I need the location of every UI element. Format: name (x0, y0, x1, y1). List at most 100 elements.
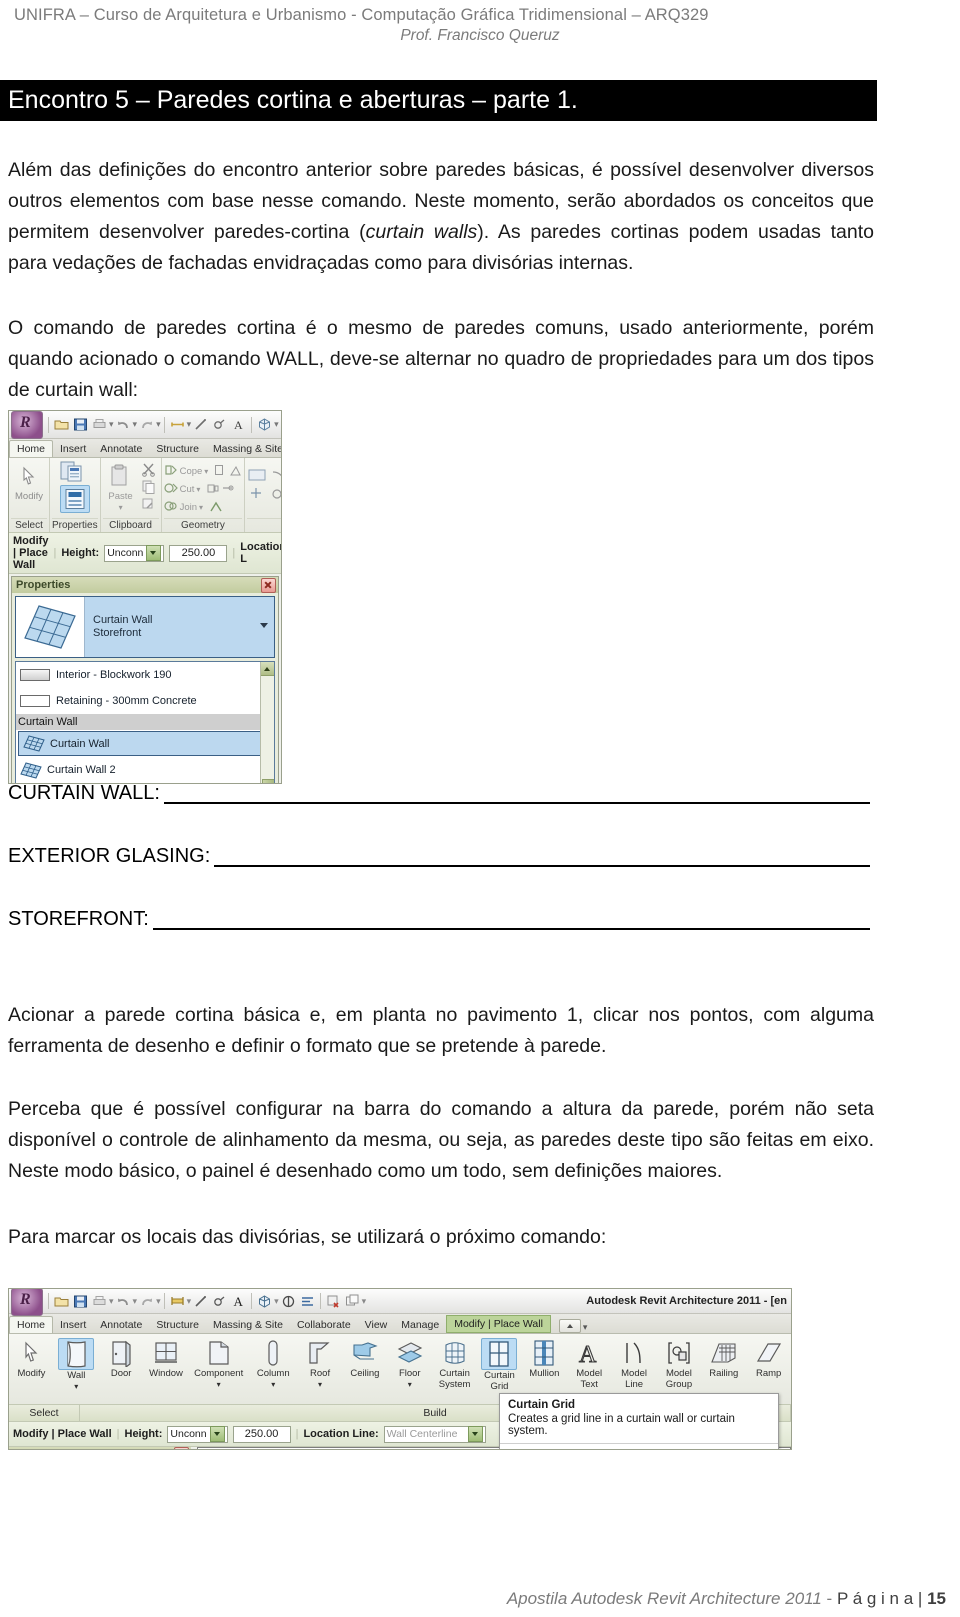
tab-view[interactable]: View (358, 1317, 395, 1333)
command-curtain-system[interactable]: Curtain System (432, 1336, 477, 1390)
paint-icon[interactable] (206, 482, 219, 498)
blank-rule-exterior-glasing[interactable] (214, 847, 870, 867)
chevron-down-icon[interactable] (209, 1426, 225, 1442)
tab-home[interactable]: Home (9, 440, 54, 457)
tab-massing-and-site[interactable]: Massing & Site (206, 1317, 290, 1333)
tab-structure[interactable]: Structure (149, 1317, 206, 1333)
command-mullion[interactable]: Mullion (522, 1336, 567, 1379)
list-item[interactable]: Curtain Wall 2 (16, 757, 274, 783)
demolish-icon[interactable] (229, 464, 242, 480)
command-window[interactable]: Window (144, 1336, 189, 1379)
redo-icon[interactable] (139, 417, 154, 432)
undo-icon[interactable] (116, 1294, 131, 1309)
close-icon[interactable] (174, 1447, 189, 1449)
default-3d-view-icon[interactable] (257, 1294, 272, 1309)
command-modify[interactable]: Modify (9, 1336, 54, 1379)
tab-annotate[interactable]: Annotate (93, 1317, 149, 1333)
tab-home[interactable]: Home (9, 1316, 54, 1333)
command-ceiling[interactable]: Ceiling (342, 1336, 387, 1379)
revit-application-menu-icon[interactable] (11, 411, 43, 439)
command-curtain-grid[interactable]: Curtain Grid (477, 1336, 522, 1392)
undo-icon[interactable] (116, 417, 131, 432)
vertical-scrollbar[interactable] (260, 662, 274, 783)
close-icon[interactable] (261, 577, 276, 593)
measure-icon[interactable] (193, 1294, 208, 1309)
section-box-icon[interactable] (281, 1294, 296, 1309)
command-floor[interactable]: Floor ▾ (387, 1336, 432, 1390)
chevron-down-icon[interactable]: ▾ (318, 1379, 322, 1390)
measure-icon[interactable] (193, 417, 208, 432)
tab-massing-and-site[interactable]: Massing & Site (206, 441, 281, 457)
height-mode-combo[interactable]: Unconn (167, 1425, 228, 1443)
list-item[interactable]: Retaining - 300mm Concrete (16, 688, 274, 714)
print-icon[interactable] (92, 417, 107, 432)
command-roof[interactable]: Roof ▾ (298, 1336, 343, 1390)
type-list-dropdown[interactable]: Interior - Blockwork 190 Retaining - 300… (15, 661, 275, 784)
split-face-icon[interactable] (214, 464, 227, 480)
properties-panel-icon[interactable] (58, 459, 92, 485)
text-icon[interactable]: A (231, 417, 246, 432)
chevron-down-icon[interactable]: ▾ (271, 1379, 275, 1390)
command-component[interactable]: Component ▾ (188, 1336, 248, 1390)
tab-insert[interactable]: Insert (53, 1317, 93, 1333)
scrollbar-thumb[interactable] (262, 779, 274, 783)
chevron-down-icon[interactable] (467, 1426, 483, 1442)
dimension-icon[interactable] (170, 417, 185, 432)
close-inactive-views-icon[interactable] (326, 1294, 341, 1309)
open-folder-icon[interactable] (54, 1294, 69, 1309)
text-icon[interactable]: A (231, 1294, 246, 1309)
list-item[interactable]: Exterior Glazing (16, 783, 274, 784)
chevron-down-icon[interactable] (146, 545, 162, 561)
command-model-group[interactable]: Model Group ▾ (657, 1336, 702, 1401)
save-icon[interactable] (73, 1294, 88, 1309)
type-selector[interactable]: Curtain Wall Storefront (15, 596, 275, 658)
command-paste[interactable]: Paste ▾ (103, 459, 139, 513)
blank-rule-curtain-wall[interactable] (163, 784, 870, 804)
command-wall[interactable]: Wall ▾ (54, 1336, 99, 1392)
location-line-combo[interactable]: Wall Centerline (383, 1425, 486, 1443)
copy-icon[interactable] (139, 478, 159, 494)
cut-scissors-icon[interactable] (139, 461, 159, 477)
switch-windows-icon[interactable] (345, 1294, 360, 1309)
command-door[interactable]: Door (99, 1336, 144, 1379)
height-value-input[interactable]: 250.00 (169, 544, 228, 562)
print-icon[interactable] (92, 1294, 107, 1309)
join-geometry-icon[interactable] (163, 500, 178, 515)
list-item[interactable]: Interior - Blockwork 190 (16, 662, 274, 688)
tab-insert[interactable]: Insert (53, 441, 93, 457)
chevron-down-icon[interactable]: ▾ (408, 1379, 412, 1390)
list-item[interactable]: Curtain Wall (18, 731, 272, 756)
tab-modify-place-wall[interactable]: Modify | Place Wall (446, 1315, 551, 1333)
cope-icon[interactable] (164, 464, 178, 479)
tab-structure[interactable]: Structure (149, 441, 206, 457)
dimension-icon[interactable] (170, 1294, 185, 1309)
cut-geometry-icon[interactable] (163, 482, 178, 497)
scroll-up-icon[interactable] (261, 662, 274, 676)
command-model-text[interactable]: A Model Text (567, 1336, 612, 1390)
redo-icon[interactable] (139, 1294, 154, 1309)
chevron-down-icon[interactable]: ▾ (74, 1381, 78, 1392)
blank-rule-storefront[interactable] (152, 910, 870, 930)
command-model-line[interactable]: Model Line (612, 1336, 657, 1390)
match-type-icon[interactable] (139, 495, 159, 511)
type-properties-icon[interactable] (59, 485, 90, 513)
tag-icon[interactable] (212, 1294, 227, 1309)
tag-icon[interactable] (212, 417, 227, 432)
tab-manage[interactable]: Manage (394, 1317, 446, 1333)
command-column[interactable]: Column ▾ (249, 1336, 298, 1390)
wall-joins-icon[interactable] (209, 500, 223, 516)
chevron-down-icon[interactable] (260, 623, 268, 628)
height-value-input[interactable]: 250.00 (232, 1425, 291, 1443)
height-mode-combo[interactable]: Unconn (104, 544, 165, 562)
tab-collaborate[interactable]: Collaborate (290, 1317, 358, 1333)
command-ramp[interactable]: Ramp (746, 1336, 791, 1379)
split-element-icon[interactable] (221, 482, 234, 498)
command-railing[interactable]: Railing (701, 1336, 746, 1379)
revit-application-menu-icon[interactable] (11, 1289, 43, 1316)
chevron-down-icon[interactable]: ▾ (217, 1379, 221, 1390)
default-3d-view-icon[interactable] (257, 417, 272, 432)
thin-lines-icon[interactable] (300, 1294, 315, 1309)
save-icon[interactable] (73, 417, 88, 432)
open-folder-icon[interactable] (54, 417, 69, 432)
tab-annotate[interactable]: Annotate (93, 441, 149, 457)
